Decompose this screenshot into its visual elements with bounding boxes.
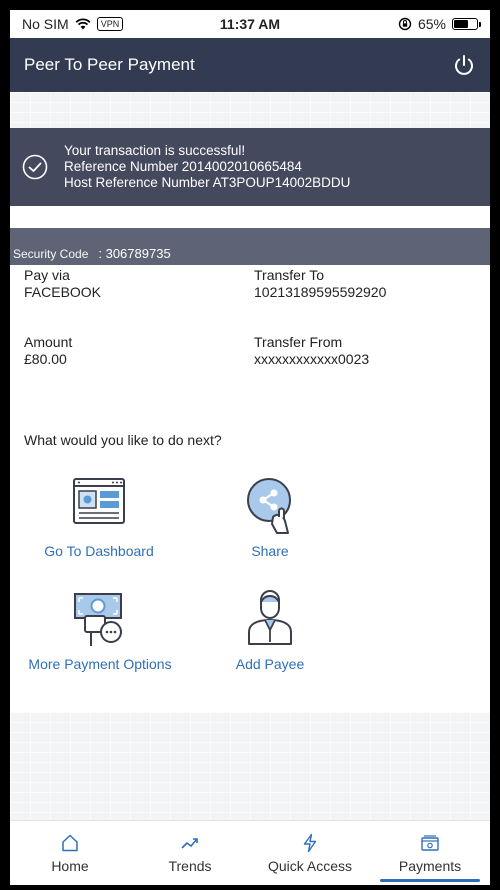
success-text: Your transaction is successful! Referenc… bbox=[64, 143, 350, 191]
trends-icon bbox=[181, 837, 198, 849]
more-payment-options-label: More Payment Options bbox=[28, 656, 172, 672]
battery-icon bbox=[452, 18, 481, 30]
transfer-from-value: xxxxxxxxxxxx0023 bbox=[254, 351, 370, 367]
nav-label-home: Home bbox=[51, 857, 89, 874]
app-header: Peer To Peer Payment bbox=[10, 38, 490, 92]
status-left: No SIM VPN bbox=[22, 16, 124, 32]
pattern-strip-middle bbox=[10, 206, 490, 228]
dashboard-icon bbox=[73, 478, 125, 524]
nav-label-quick-access: Quick Access bbox=[267, 857, 353, 874]
next-question: What would you like to do next? bbox=[24, 432, 222, 448]
security-code-bar: Security Code : 306789735 bbox=[10, 228, 490, 265]
transfer-to-block: Transfer To 10213189595592920 bbox=[254, 267, 484, 301]
status-bar: No SIM VPN 11:37 AM 65% bbox=[10, 10, 490, 38]
add-payee-icon bbox=[248, 590, 292, 645]
page-title: Peer To Peer Payment bbox=[24, 55, 195, 74]
detail-row: Amount £80.00 Transfer From xxxxxxxxxxxx… bbox=[24, 334, 484, 368]
check-circle-icon bbox=[22, 154, 48, 180]
pay-via-block: Pay via FACEBOOK bbox=[24, 267, 254, 301]
bottom-nav: Home Trends Quick Access Payments bbox=[10, 820, 490, 885]
more-payment-options-button[interactable]: More Payment Options bbox=[20, 586, 180, 672]
payments-icon bbox=[421, 834, 439, 851]
lightning-icon bbox=[303, 833, 317, 852]
carrier-text: No SIM bbox=[22, 16, 69, 32]
power-icon[interactable] bbox=[452, 53, 476, 77]
transfer-to-value: 10213189595592920 bbox=[254, 284, 387, 300]
transfer-to-label: Transfer To bbox=[254, 267, 325, 283]
vpn-badge: VPN bbox=[96, 17, 124, 31]
amount-value: £80.00 bbox=[24, 351, 67, 367]
wifi-icon bbox=[75, 18, 91, 30]
nav-item-payments[interactable]: Payments bbox=[370, 821, 490, 885]
orientation-lock-icon bbox=[398, 17, 412, 31]
nav-label-payments: Payments bbox=[398, 857, 462, 874]
nav-item-home[interactable]: Home bbox=[10, 821, 130, 885]
nav-label-trends: Trends bbox=[168, 857, 212, 874]
transfer-details: Pay via FACEBOOK Transfer To 10213189595… bbox=[24, 267, 484, 401]
go-to-dashboard-label: Go To Dashboard bbox=[44, 543, 154, 559]
pattern-strip-bottom bbox=[10, 712, 490, 820]
pay-via-label: Pay via bbox=[24, 267, 70, 283]
reference-number: Reference Number 2014002010665484 bbox=[64, 159, 302, 174]
battery-fill bbox=[454, 20, 469, 28]
amount-label: Amount bbox=[24, 334, 73, 350]
status-right: 65% bbox=[398, 16, 481, 32]
share-button[interactable]: Share bbox=[205, 473, 335, 559]
add-payee-button[interactable]: Add Payee bbox=[205, 586, 335, 672]
security-code-label: Security Code bbox=[13, 247, 89, 261]
home-icon bbox=[62, 834, 78, 851]
pay-via-value: FACEBOOK bbox=[24, 284, 102, 300]
security-code-value: : 306789735 bbox=[98, 246, 171, 261]
transfer-from-block: Transfer From xxxxxxxxxxxx0023 bbox=[254, 334, 484, 368]
go-to-dashboard-button[interactable]: Go To Dashboard bbox=[24, 473, 174, 559]
share-icon bbox=[247, 478, 291, 534]
nav-item-quick-access[interactable]: Quick Access bbox=[250, 821, 370, 885]
pattern-strip-top bbox=[10, 92, 490, 128]
amount-block: Amount £80.00 bbox=[24, 334, 254, 368]
success-message: Your transaction is successful! bbox=[64, 143, 246, 158]
payment-options-icon bbox=[74, 593, 122, 646]
host-reference-number: Host Reference Number AT3POUP14002BDDU bbox=[64, 175, 351, 190]
nav-item-trends[interactable]: Trends bbox=[130, 821, 250, 885]
success-banner: Your transaction is successful! Referenc… bbox=[10, 128, 490, 206]
battery-percent: 65% bbox=[417, 16, 446, 32]
transfer-from-label: Transfer From bbox=[254, 334, 343, 350]
add-payee-label: Add Payee bbox=[235, 656, 305, 672]
share-label: Share bbox=[251, 543, 289, 559]
detail-row: Pay via FACEBOOK Transfer To 10213189595… bbox=[24, 267, 484, 301]
app-screen: No SIM VPN 11:37 AM 65% Peer To Peer Pay… bbox=[10, 10, 490, 885]
